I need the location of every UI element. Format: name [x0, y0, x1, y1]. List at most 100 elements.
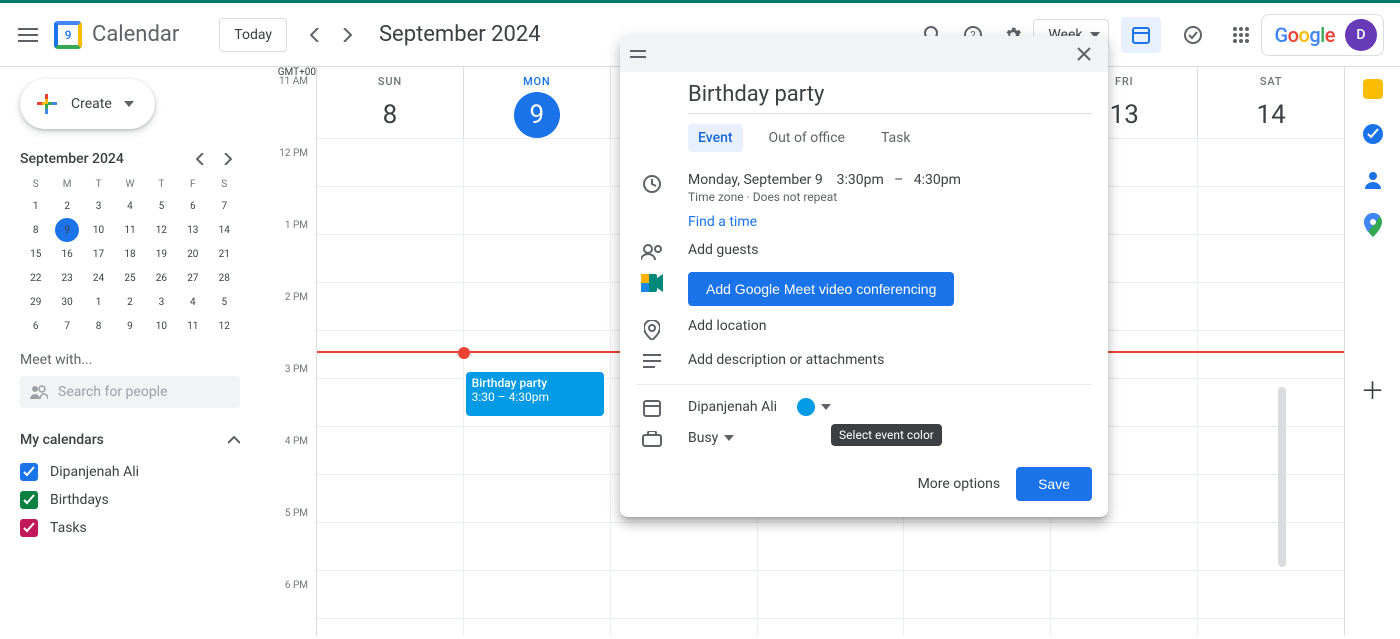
- time-cell[interactable]: [611, 571, 758, 618]
- mini-day[interactable]: 29: [20, 290, 51, 314]
- mini-day[interactable]: 5: [146, 194, 177, 218]
- time-cell[interactable]: [904, 571, 1051, 618]
- time-cell[interactable]: [317, 427, 464, 474]
- chevron-up-icon[interactable]: [228, 436, 240, 444]
- time-cell[interactable]: [611, 523, 758, 570]
- day-header[interactable]: SUN8: [317, 67, 464, 138]
- prev-period-button[interactable]: [299, 19, 331, 51]
- time-cell[interactable]: [1051, 571, 1198, 618]
- scrollbar[interactable]: [1278, 387, 1286, 567]
- time-cell[interactable]: [464, 187, 611, 234]
- mini-day[interactable]: 10: [83, 218, 114, 242]
- time-cell[interactable]: [1198, 235, 1344, 282]
- add-guests-field[interactable]: Add guests: [688, 242, 1092, 258]
- day-header[interactable]: SAT14: [1198, 67, 1344, 138]
- mini-day[interactable]: 21: [209, 242, 240, 266]
- time-cell[interactable]: [317, 283, 464, 330]
- current-range-title[interactable]: September 2024: [379, 22, 541, 47]
- add-location-field[interactable]: Add location: [688, 318, 1092, 334]
- mini-day[interactable]: 11: [177, 314, 208, 338]
- mini-day[interactable]: 23: [51, 266, 82, 290]
- add-on-plus-icon[interactable]: ＋: [1361, 371, 1385, 406]
- maps-rail-icon[interactable]: [1364, 213, 1382, 237]
- add-meet-button[interactable]: Add Google Meet video conferencing: [688, 272, 954, 306]
- checkbox-icon[interactable]: [20, 519, 38, 537]
- mini-day[interactable]: 3: [83, 194, 114, 218]
- drag-handle-icon[interactable]: [630, 49, 646, 59]
- time-cell[interactable]: [317, 331, 464, 378]
- keep-icon[interactable]: [1363, 79, 1383, 99]
- mini-day[interactable]: 13: [177, 218, 208, 242]
- mini-day[interactable]: 2: [114, 290, 145, 314]
- time-cell[interactable]: [464, 619, 611, 636]
- tab-out-of-office[interactable]: Out of office: [759, 124, 855, 152]
- mini-day[interactable]: 1: [20, 194, 51, 218]
- time-cell[interactable]: [1198, 283, 1344, 330]
- time-cell[interactable]: [464, 427, 611, 474]
- mini-day[interactable]: 8: [83, 314, 114, 338]
- tasks-rail-icon[interactable]: [1362, 123, 1384, 145]
- mini-day[interactable]: 10: [146, 314, 177, 338]
- search-people-input[interactable]: Search for people: [20, 376, 240, 408]
- time-cell[interactable]: [611, 619, 758, 636]
- event-color-picker[interactable]: Select event color: [797, 398, 831, 416]
- mini-day[interactable]: 25: [114, 266, 145, 290]
- mini-day[interactable]: 12: [146, 218, 177, 242]
- mini-day[interactable]: 7: [51, 314, 82, 338]
- apps-icon[interactable]: [1221, 15, 1261, 55]
- mini-day[interactable]: 22: [20, 266, 51, 290]
- mini-next-button[interactable]: [216, 147, 240, 171]
- time-cell[interactable]: [1198, 427, 1344, 474]
- mini-day[interactable]: 6: [20, 314, 51, 338]
- time-cell[interactable]: [1198, 379, 1344, 426]
- mini-day[interactable]: 5: [209, 290, 240, 314]
- mini-day[interactable]: 12: [209, 314, 240, 338]
- create-button[interactable]: Create: [20, 79, 155, 129]
- mini-day[interactable]: 30: [51, 290, 82, 314]
- time-cell[interactable]: [464, 283, 611, 330]
- mini-day[interactable]: 24: [83, 266, 114, 290]
- mini-day[interactable]: 4: [114, 194, 145, 218]
- mini-day[interactable]: 18: [114, 242, 145, 266]
- mini-day[interactable]: 17: [83, 242, 114, 266]
- time-cell[interactable]: [758, 523, 905, 570]
- mini-day[interactable]: 3: [146, 290, 177, 314]
- time-cell[interactable]: [1198, 523, 1344, 570]
- mini-calendar[interactable]: SMTWTFS 12345678910111213141516171819202…: [20, 175, 240, 338]
- avatar[interactable]: D: [1345, 19, 1377, 51]
- mini-day[interactable]: 28: [209, 266, 240, 290]
- time-cell[interactable]: [904, 523, 1051, 570]
- time-cell[interactable]: [317, 523, 464, 570]
- time-cell[interactable]: [464, 139, 611, 186]
- time-cell[interactable]: [317, 379, 464, 426]
- mini-day[interactable]: 11: [114, 218, 145, 242]
- time-cell[interactable]: [317, 475, 464, 522]
- calendar-list-item[interactable]: Dipanjenah Ali: [20, 458, 240, 486]
- mini-cal-title[interactable]: September 2024: [20, 151, 124, 167]
- my-calendars-label[interactable]: My calendars: [20, 432, 104, 448]
- contacts-rail-icon[interactable]: [1363, 169, 1383, 189]
- mini-day[interactable]: 20: [177, 242, 208, 266]
- time-cell[interactable]: [1198, 139, 1344, 186]
- mini-day[interactable]: 26: [146, 266, 177, 290]
- time-cell[interactable]: [904, 619, 1051, 636]
- event-end[interactable]: 4:30pm: [914, 172, 961, 188]
- event-title-input[interactable]: Birthday party: [688, 76, 1092, 114]
- mini-day[interactable]: 8: [20, 218, 51, 242]
- mini-day[interactable]: 19: [146, 242, 177, 266]
- time-cell[interactable]: [464, 571, 611, 618]
- time-cell[interactable]: [1051, 619, 1198, 636]
- time-cell[interactable]: [317, 187, 464, 234]
- time-cell[interactable]: [317, 235, 464, 282]
- calendar-list-item[interactable]: Birthdays: [20, 486, 240, 514]
- event-repeat-sub[interactable]: Time zone · Does not repeat: [688, 190, 1092, 204]
- mini-day[interactable]: 7: [209, 194, 240, 218]
- time-cell[interactable]: [464, 475, 611, 522]
- time-cell[interactable]: [1051, 523, 1198, 570]
- find-a-time-link[interactable]: Find a time: [688, 214, 1092, 230]
- mini-day[interactable]: 4: [177, 290, 208, 314]
- time-cell[interactable]: [758, 619, 905, 636]
- calendar-owner-name[interactable]: Dipanjenah Ali: [688, 399, 777, 415]
- today-button[interactable]: Today: [219, 18, 287, 52]
- time-cell[interactable]: [464, 523, 611, 570]
